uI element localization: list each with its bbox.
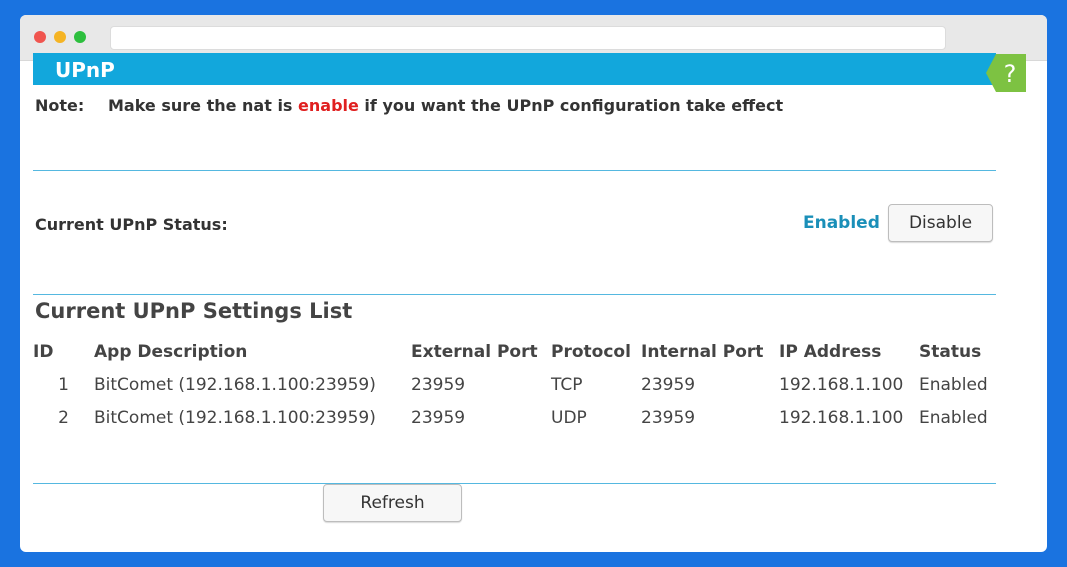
row-id: 1 bbox=[58, 374, 69, 395]
close-window-icon[interactable] bbox=[34, 31, 46, 43]
svg-text:?: ? bbox=[1004, 60, 1017, 88]
divider bbox=[33, 294, 996, 295]
column-header-ip-address: IP Address bbox=[779, 342, 882, 362]
row-external-port: 23959 bbox=[411, 374, 466, 395]
note-text-before: Make sure the nat is bbox=[108, 96, 299, 115]
upnp-header-bar: UPnP bbox=[33, 53, 996, 85]
table-row: 2 BitComet (192.168.1.100:23959) 23959 U… bbox=[33, 401, 999, 434]
help-question-icon[interactable]: ? bbox=[986, 54, 1026, 92]
upnp-status-value: Enabled bbox=[803, 213, 880, 233]
row-ip-address: 192.168.1.100 bbox=[779, 407, 904, 428]
table-row: 1 BitComet (192.168.1.100:23959) 23959 T… bbox=[33, 368, 999, 401]
upnp-settings-table: ID App Description External Port Protoco… bbox=[33, 336, 999, 434]
disable-upnp-button[interactable]: Disable bbox=[888, 204, 993, 242]
divider bbox=[33, 170, 996, 171]
row-internal-port: 23959 bbox=[641, 407, 696, 428]
column-header-id: ID bbox=[33, 342, 54, 362]
row-status: Enabled bbox=[919, 407, 988, 428]
row-protocol: UDP bbox=[551, 407, 587, 428]
column-header-protocol: Protocol bbox=[551, 342, 631, 362]
note-highlight: enable bbox=[298, 96, 359, 115]
row-app-description: BitComet (192.168.1.100:23959) bbox=[94, 374, 376, 395]
table-header-row: ID App Description External Port Protoco… bbox=[33, 336, 999, 368]
row-protocol: TCP bbox=[551, 374, 583, 395]
row-ip-address: 192.168.1.100 bbox=[779, 374, 904, 395]
nat-note: Note: Make sure the nat is enable if you … bbox=[35, 96, 783, 115]
column-header-app-description: App Description bbox=[94, 342, 248, 362]
row-status: Enabled bbox=[919, 374, 988, 395]
column-header-internal-port: Internal Port bbox=[641, 342, 764, 362]
row-app-description: BitComet (192.168.1.100:23959) bbox=[94, 407, 376, 428]
settings-list-title: Current UPnP Settings List bbox=[35, 299, 353, 323]
row-external-port: 23959 bbox=[411, 407, 466, 428]
row-internal-port: 23959 bbox=[641, 374, 696, 395]
maximize-window-icon[interactable] bbox=[74, 31, 86, 43]
refresh-button[interactable]: Refresh bbox=[323, 484, 462, 522]
upnp-status-label: Current UPnP Status: bbox=[35, 215, 228, 234]
divider bbox=[33, 483, 996, 484]
minimize-window-icon[interactable] bbox=[54, 31, 66, 43]
page-title: UPnP bbox=[55, 58, 115, 82]
note-text-after: if you want the UPnP configuration take … bbox=[358, 96, 784, 115]
column-header-status: Status bbox=[919, 342, 982, 362]
row-id: 2 bbox=[58, 407, 69, 428]
address-bar[interactable] bbox=[110, 26, 946, 50]
note-label: Note: bbox=[35, 96, 85, 115]
column-header-external-port: External Port bbox=[411, 342, 538, 362]
